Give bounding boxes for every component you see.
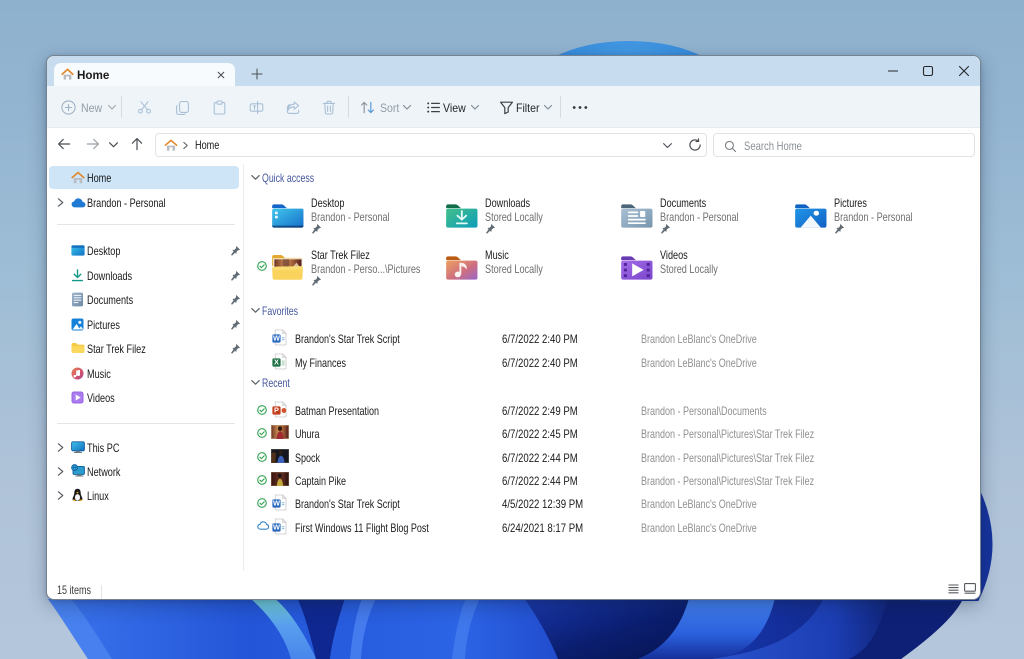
svg-text:X: X [274, 358, 279, 367]
svg-text:W: W [273, 522, 280, 531]
svg-text:W: W [273, 334, 280, 343]
svg-text:P: P [274, 406, 279, 415]
svg-text:W: W [273, 499, 280, 508]
